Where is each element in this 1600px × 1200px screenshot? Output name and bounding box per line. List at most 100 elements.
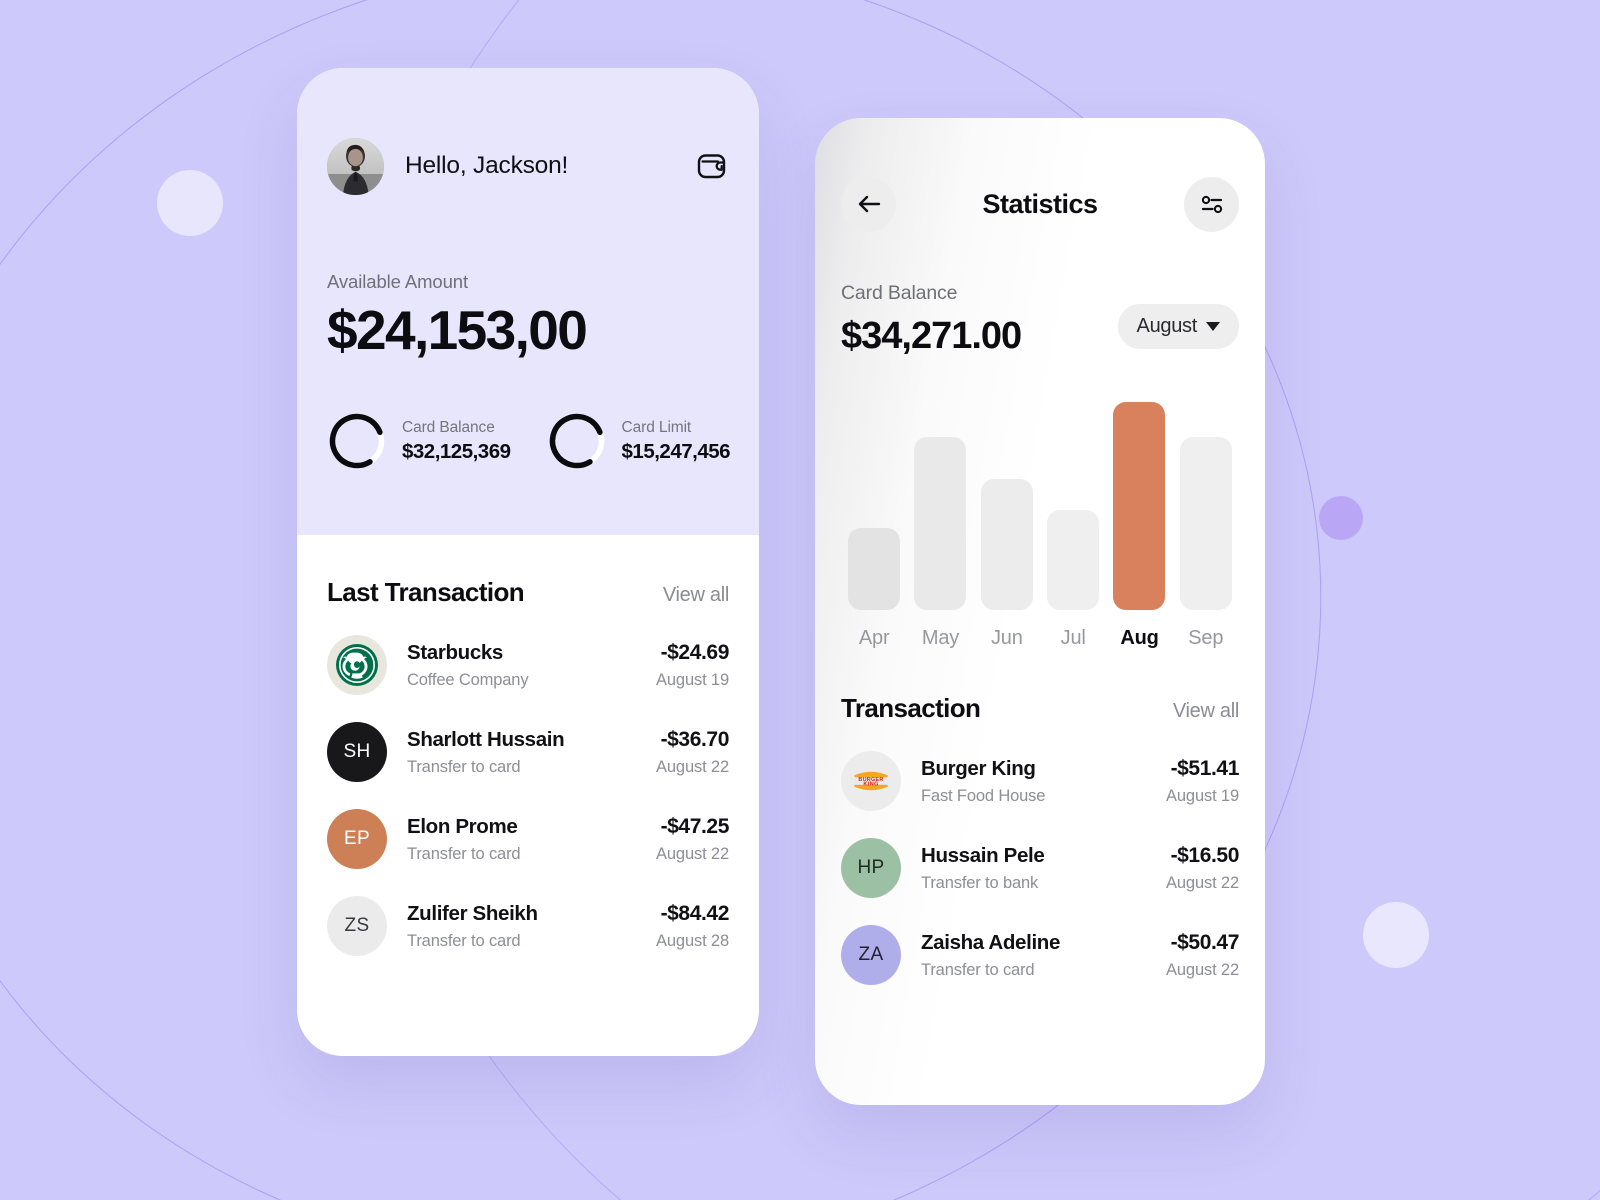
card-balance-value: $34,271.00 <box>841 315 1022 357</box>
avatar[interactable] <box>327 137 384 195</box>
table-row[interactable]: ZA Zaisha Adeline Transfer to card -$50.… <box>841 925 1239 985</box>
wallet-icon <box>697 154 726 179</box>
table-row[interactable]: Starbucks Coffee Company -$24.69 August … <box>327 635 729 695</box>
statistics-header: Statistics <box>841 176 1239 232</box>
ring-value: $15,247,456 <box>621 439 731 463</box>
bar-column-sep[interactable] <box>1173 437 1239 610</box>
bar-sep[interactable] <box>1179 437 1232 610</box>
back-button[interactable] <box>841 176 896 232</box>
month-selector-value: August <box>1136 315 1198 337</box>
transaction-date: August 19 <box>656 670 729 689</box>
greeting-text: Hello, Jackson! <box>405 152 569 179</box>
view-all-link[interactable]: View all <box>1173 700 1239 723</box>
x-tick-may: May <box>921 627 960 649</box>
bar-may[interactable] <box>914 437 967 610</box>
bar-aug[interactable] <box>1113 402 1166 610</box>
view-all-link[interactable]: View all <box>663 584 729 607</box>
transaction-date: August 19 <box>1166 786 1239 805</box>
arrow-left-icon <box>858 195 880 213</box>
card-balance-block: Card Balance $34,271.00 August <box>841 282 1239 355</box>
transaction-subtitle: Transfer to card <box>407 844 521 863</box>
initials-avatar: ZS <box>327 896 387 956</box>
transaction-name: Starbucks <box>407 640 503 664</box>
transaction-amount: -$24.69 <box>660 640 730 664</box>
ring-stats-row: Card Balance $32,125,369 Card Limit $15,… <box>327 411 731 471</box>
monthly-bar-chart <box>841 397 1239 610</box>
available-amount-value: $24,153,00 <box>327 299 588 361</box>
merchant-avatar <box>327 635 387 695</box>
month-selector[interactable]: August <box>1117 304 1239 349</box>
table-row[interactable]: ZS Zulifer Sheikh Transfer to card -$84.… <box>327 896 729 956</box>
transaction-name: Zulifer Sheikh <box>407 901 538 925</box>
transaction-header: Transaction View all <box>841 693 1239 724</box>
available-amount-label: Available Amount <box>327 271 469 292</box>
card-balance-label: Card Balance <box>841 282 958 304</box>
home-transaction-panel: Last Transaction View all Starbucks Coff… <box>297 577 759 956</box>
x-tick-jun: Jun <box>990 627 1023 649</box>
table-row[interactable]: HP Hussain Pele Transfer to bank -$16.50… <box>841 838 1239 898</box>
transaction-amount: -$84.42 <box>660 901 730 925</box>
ring-caption: Card Limit <box>621 418 692 436</box>
progress-ring-icon <box>329 413 385 469</box>
x-tick-apr: Apr <box>858 627 890 649</box>
transaction-name: Hussain Pele <box>921 843 1045 867</box>
filter-button[interactable] <box>1184 176 1239 232</box>
decor-circle-light-left <box>157 170 223 236</box>
bar-column-jul[interactable] <box>1040 510 1106 610</box>
bar-column-jun[interactable] <box>974 479 1040 610</box>
merchant-avatar: BURGER KING <box>841 751 901 811</box>
transaction-amount: -$47.25 <box>660 814 730 838</box>
bar-apr[interactable] <box>848 528 901 610</box>
transaction-name: Sharlott Hussain <box>407 727 565 751</box>
ring-caption: Card Balance <box>402 418 495 436</box>
transaction-date: August 22 <box>1166 873 1239 892</box>
svg-text:KING: KING <box>863 782 878 788</box>
decor-circle-purple-right <box>1319 496 1363 540</box>
bar-column-may[interactable] <box>907 437 973 610</box>
transaction-date: August 22 <box>656 757 729 776</box>
table-row[interactable]: SH Sharlott Hussain Transfer to card -$3… <box>327 722 729 782</box>
transaction-name: Zaisha Adeline <box>921 930 1061 954</box>
transaction-name: Elon Prome <box>407 814 518 838</box>
background-decoration <box>0 0 1600 1200</box>
transaction-subtitle: Transfer to bank <box>921 873 1039 892</box>
page-title: Statistics <box>982 188 1098 219</box>
bar-column-aug[interactable] <box>1106 402 1172 610</box>
initials-avatar: HP <box>841 838 901 898</box>
wallet-button[interactable] <box>695 149 729 183</box>
bar-column-apr[interactable] <box>841 528 907 610</box>
table-row[interactable]: EP Elon Prome Transfer to card -$47.25 A… <box>327 809 729 869</box>
chevron-down-icon <box>1206 322 1220 331</box>
initials-avatar: ZA <box>841 925 901 985</box>
section-title: Last Transaction <box>327 577 525 607</box>
phone-screen-statistics: Statistics Card Balance $34,271.00 Augus… <box>815 118 1265 1105</box>
transaction-subtitle: Coffee Company <box>407 670 529 689</box>
transaction-amount: -$50.47 <box>1170 930 1240 954</box>
initials-avatar: EP <box>327 809 387 869</box>
home-header: Hello, Jackson! <box>327 68 729 212</box>
progress-ring-icon <box>549 413 604 469</box>
bar-jul[interactable] <box>1047 510 1100 610</box>
transaction-name: Burger King <box>921 756 1036 780</box>
starbucks-logo-icon <box>336 644 378 686</box>
user-photo-icon <box>327 137 384 195</box>
burger-king-logo-icon: BURGER KING <box>854 771 888 791</box>
home-top-panel: Hello, Jackson! Available Amount $24,153… <box>297 68 759 535</box>
x-tick-jul: Jul <box>1060 627 1086 649</box>
transaction-date: August 28 <box>656 931 729 950</box>
transaction-subtitle: Transfer to card <box>407 931 521 950</box>
transaction-subtitle: Transfer to card <box>407 757 521 776</box>
sliders-icon <box>1201 195 1222 214</box>
transaction-amount: -$16.50 <box>1170 843 1240 867</box>
transaction-amount: -$36.70 <box>660 727 730 751</box>
chart-x-axis: Apr May Jun Jul Aug Sep <box>841 627 1239 650</box>
transaction-date: August 22 <box>656 844 729 863</box>
transaction-subtitle: Fast Food House <box>921 786 1046 805</box>
x-tick-aug: Aug <box>1120 627 1159 649</box>
ring-value: $32,125,369 <box>402 439 511 463</box>
initials-avatar: SH <box>327 722 387 782</box>
decor-circle-light-right <box>1363 902 1429 968</box>
x-tick-sep: Sep <box>1188 627 1224 649</box>
table-row[interactable]: BURGER KING Burger King Fast Food House … <box>841 751 1239 811</box>
bar-jun[interactable] <box>980 479 1033 610</box>
